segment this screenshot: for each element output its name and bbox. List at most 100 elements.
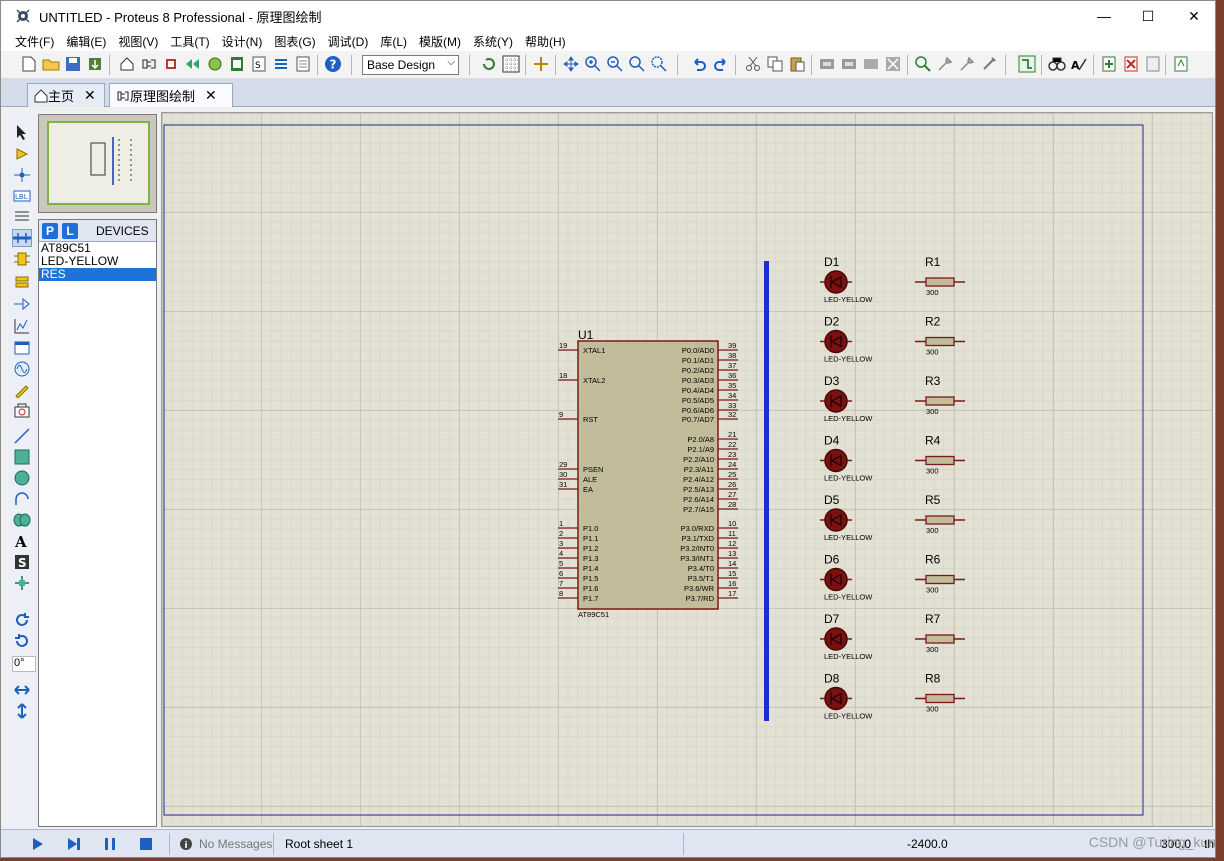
circle-tool-icon[interactable] <box>12 469 32 487</box>
remove-sheet-icon[interactable] <box>1121 54 1141 74</box>
device-pin-icon[interactable] <box>12 295 32 313</box>
led-d3[interactable]: D3 LED-YELLOW <box>820 374 873 423</box>
rotate-clockwise-icon[interactable] <box>12 611 32 629</box>
packaging-tool-icon[interactable] <box>957 54 977 74</box>
grid-toggle-icon[interactable] <box>501 54 521 74</box>
block-rotate-icon[interactable] <box>861 54 881 74</box>
resistor-r4[interactable]: R4 300 <box>915 434 965 476</box>
resistor-r6[interactable]: R6 300 <box>915 553 965 595</box>
probe-icon[interactable] <box>12 381 32 399</box>
line-tool-icon[interactable] <box>12 427 32 445</box>
undo-icon[interactable] <box>689 54 709 74</box>
resistor-r7[interactable]: R7 300 <box>915 612 965 654</box>
menu-graph[interactable]: 图表(G) <box>268 33 321 50</box>
wire-label-icon[interactable]: LBL <box>12 187 32 205</box>
zoom-area-icon[interactable] <box>649 54 669 74</box>
buses-mode-icon[interactable] <box>12 229 32 247</box>
save-icon[interactable] <box>63 54 83 74</box>
terminal-icon[interactable] <box>12 273 32 291</box>
generator-icon[interactable] <box>12 360 32 378</box>
pcb-layout-icon[interactable] <box>161 54 181 74</box>
minimize-button[interactable]: — <box>1081 1 1127 31</box>
schematic-capture-icon[interactable] <box>139 54 159 74</box>
overview-viewport[interactable] <box>47 121 150 205</box>
mirror-horizontal-icon[interactable] <box>12 681 32 699</box>
junction-dot-icon[interactable] <box>12 166 32 184</box>
design-variant-select[interactable]: Base Design ⌵ <box>362 55 459 75</box>
marker-tool-icon[interactable] <box>12 574 32 592</box>
origin-icon[interactable] <box>531 54 551 74</box>
resistor-r5[interactable]: R5 300 <box>915 493 965 535</box>
block-delete-icon[interactable] <box>883 54 903 74</box>
project-notes-icon[interactable] <box>293 54 313 74</box>
led-d1[interactable]: D1 LED-YELLOW <box>820 255 873 304</box>
block-move-icon[interactable] <box>839 54 859 74</box>
pan-icon[interactable] <box>561 54 581 74</box>
menu-edit[interactable]: 编辑(E) <box>60 33 112 50</box>
new-sheet-icon[interactable] <box>1099 54 1119 74</box>
mirror-vertical-icon[interactable] <box>12 702 32 720</box>
property-assignment-icon[interactable]: A <box>1069 54 1089 74</box>
menu-template[interactable]: 模版(M) <box>413 33 467 50</box>
bom-icon[interactable] <box>227 54 247 74</box>
led-d7[interactable]: D7 LED-YELLOW <box>820 612 873 661</box>
led-d6[interactable]: D6 LED-YELLOW <box>820 553 873 602</box>
arc-tool-icon[interactable] <box>12 490 32 508</box>
close-window-button[interactable]: ✕ <box>1171 1 1217 31</box>
recorder-icon[interactable] <box>12 339 32 357</box>
paste-icon[interactable] <box>787 54 807 74</box>
overview-window[interactable] <box>38 114 157 213</box>
pick-device-icon[interactable] <box>913 54 933 74</box>
text-script-icon[interactable] <box>12 208 32 226</box>
pause-icon[interactable] <box>101 835 119 853</box>
copy-icon[interactable] <box>765 54 785 74</box>
pick-devices-button[interactable]: P <box>42 222 58 239</box>
component-mode-icon[interactable] <box>12 145 32 163</box>
schematic-canvas[interactable]: U1 AT89C51 19 XTAL1 18 XTAL2 9 RST 29 PSEN 30 ALE… <box>161 112 1213 827</box>
led-d2[interactable]: D2 LED-YELLOW <box>820 315 873 364</box>
zoom-out-icon[interactable] <box>605 54 625 74</box>
text-tool-icon[interactable]: A <box>12 532 32 550</box>
tab-home[interactable]: 主页 ✕ <box>27 83 105 107</box>
resistor-r8[interactable]: R8 300 <box>915 672 965 714</box>
graph-mode-icon[interactable] <box>12 317 32 335</box>
help-icon[interactable]: ? <box>323 54 343 74</box>
menu-system[interactable]: 系统(Y) <box>467 33 519 50</box>
netlist-icon[interactable] <box>1171 54 1191 74</box>
close-tab-icon[interactable]: ✕ <box>84 87 96 104</box>
zoom-all-icon[interactable] <box>627 54 647 74</box>
virtual-instrument-icon[interactable] <box>12 402 32 420</box>
home-icon[interactable] <box>117 54 137 74</box>
3d-viewer-icon[interactable] <box>205 54 225 74</box>
chip-at89c51[interactable]: U1 AT89C51 19XTAL118XTAL29RST29PSEN30ALE… <box>558 328 738 619</box>
step-icon[interactable] <box>65 835 83 853</box>
selection-mode-icon[interactable] <box>12 123 32 141</box>
tab-schematic[interactable]: 原理图绘制 ✕ <box>109 83 233 107</box>
menu-file[interactable]: 文件(F) <box>9 33 60 50</box>
menu-debug[interactable]: 调试(D) <box>322 33 375 50</box>
rotation-angle-field[interactable]: 0° <box>12 656 36 672</box>
symbol-tool-icon[interactable]: S <box>12 553 32 571</box>
path-tool-icon[interactable] <box>12 511 32 529</box>
wire-autorouter-icon[interactable] <box>1017 54 1037 74</box>
library-manager-button[interactable]: L <box>62 222 78 239</box>
resistor-r2[interactable]: R2 300 <box>915 315 965 357</box>
block-copy-icon[interactable] <box>817 54 837 74</box>
resistor-r3[interactable]: R3 300 <box>915 374 965 416</box>
decompose-icon[interactable] <box>979 54 999 74</box>
menu-library[interactable]: 库(L) <box>374 33 413 50</box>
import-icon[interactable] <box>85 54 105 74</box>
new-file-icon[interactable] <box>19 54 39 74</box>
cut-icon[interactable] <box>743 54 763 74</box>
exit-to-parent-icon[interactable] <box>1143 54 1163 74</box>
redo-icon[interactable] <box>711 54 731 74</box>
menu-help[interactable]: 帮助(H) <box>519 33 572 50</box>
subcircuit-icon[interactable] <box>12 250 32 268</box>
messages-status[interactable]: No Messages <box>199 837 272 851</box>
menu-view[interactable]: 视图(V) <box>112 33 164 50</box>
play-icon[interactable] <box>29 835 47 853</box>
led-d4[interactable]: D4 LED-YELLOW <box>820 434 873 483</box>
zoom-in-icon[interactable] <box>583 54 603 74</box>
gerber-viewer-icon[interactable] <box>183 54 203 74</box>
menu-tools[interactable]: 工具(T) <box>164 33 215 50</box>
